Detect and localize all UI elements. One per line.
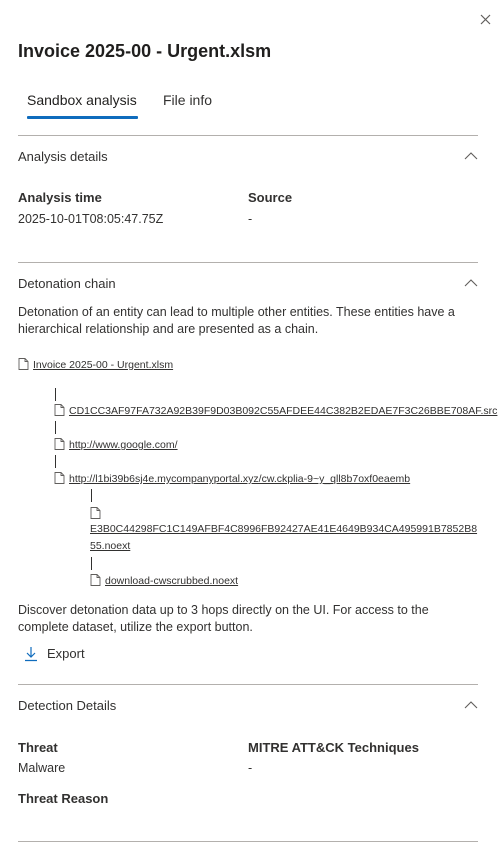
analysis-details-header[interactable]: Analysis details xyxy=(18,149,478,169)
chain-root-link[interactable]: Invoice 2025-00 - Urgent.xlsm xyxy=(33,359,173,371)
section-title: Detection Details xyxy=(18,698,117,713)
divider xyxy=(18,684,478,685)
divider xyxy=(18,841,478,842)
tree-connector xyxy=(55,455,56,468)
close-icon xyxy=(480,14,491,25)
tab-file-info[interactable]: File info xyxy=(163,92,212,108)
tree-connector xyxy=(91,557,92,570)
detonation-description: Detonation of an entity can lead to mult… xyxy=(18,305,455,336)
file-icon xyxy=(54,404,65,416)
source-label: Source xyxy=(248,190,293,205)
chain-child-item[interactable]: http://www.google.com/ xyxy=(54,438,178,451)
chevron-up-icon xyxy=(464,279,478,287)
panel-title: Invoice 2025-00 - Urgent.xlsm xyxy=(18,41,272,61)
file-icon xyxy=(54,438,65,450)
section-title: Analysis details xyxy=(18,149,108,164)
divider xyxy=(18,262,478,263)
chain-child-item[interactable]: http://l1bi39b6sj4e.mycompanyportal.xyz/… xyxy=(54,472,410,485)
file-icon xyxy=(54,472,65,484)
export-label: Export xyxy=(47,646,85,661)
chain-grandchild-item[interactable]: download-cwscrubbed.noext xyxy=(90,574,238,587)
threat-value: Malware xyxy=(18,761,66,775)
threat-label: Threat xyxy=(18,740,58,755)
detonation-footer-note: Discover detonation data up to 3 hops di… xyxy=(18,603,429,634)
selected-tab-indicator xyxy=(27,116,138,119)
chain-child-item[interactable]: CD1CC3AF97FA732A92B39F9D03B092C55AFDEE44… xyxy=(54,404,497,417)
section-title: Detonation chain xyxy=(18,276,116,291)
file-icon xyxy=(90,574,101,586)
chain-grandchild-link[interactable]: E3B0C44298FC1C149AFBF4C8996FB92427AE41E4… xyxy=(90,521,482,555)
chain-root-item[interactable]: Invoice 2025-00 - Urgent.xlsm xyxy=(18,358,173,371)
tree-connector xyxy=(55,388,56,401)
file-icon xyxy=(18,358,29,370)
divider xyxy=(18,135,478,136)
chain-child-link[interactable]: CD1CC3AF97FA732A92B39F9D03B092C55AFDEE44… xyxy=(69,405,497,417)
file-icon xyxy=(90,507,101,519)
detection-details-header[interactable]: Detection Details xyxy=(18,698,478,718)
chevron-up-icon xyxy=(464,701,478,709)
chain-grandchild-link[interactable]: download-cwscrubbed.noext xyxy=(105,575,238,587)
chain-child-link[interactable]: http://www.google.com/ xyxy=(69,439,178,451)
detonation-chain-header[interactable]: Detonation chain xyxy=(18,276,478,296)
tree-connector xyxy=(91,489,92,502)
close-button[interactable] xyxy=(474,8,496,30)
analysis-time-value: 2025-10-01T08:05:47.75Z xyxy=(18,212,164,226)
tab-sandbox-analysis[interactable]: Sandbox analysis xyxy=(27,92,137,108)
threat-reason-label: Threat Reason xyxy=(18,791,109,806)
chevron-up-icon xyxy=(464,152,478,160)
mitre-value: - xyxy=(248,761,253,775)
download-icon xyxy=(25,647,37,662)
tree-connector xyxy=(55,421,56,434)
analysis-time-label: Analysis time xyxy=(18,190,102,205)
source-value: - xyxy=(248,212,253,226)
mitre-label: MITRE ATT&CK Techniques xyxy=(248,740,419,755)
chain-child-link[interactable]: http://l1bi39b6sj4e.mycompanyportal.xyz/… xyxy=(69,473,410,485)
